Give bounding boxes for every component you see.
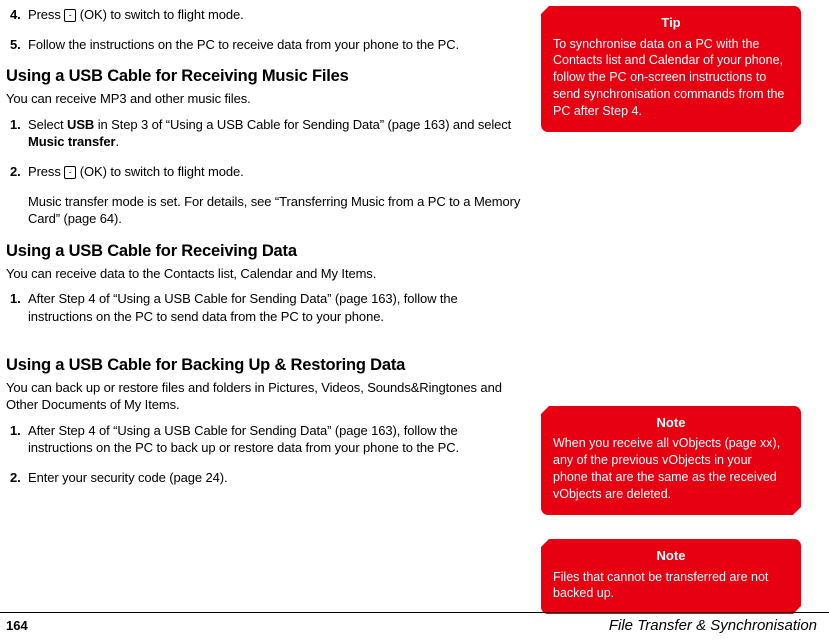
step-number: 1. bbox=[6, 116, 28, 151]
step-row: 2. Enter your security code (page 24). bbox=[6, 469, 523, 487]
callout-body: When you receive all vObjects (page xx),… bbox=[553, 435, 789, 503]
spacer bbox=[6, 338, 523, 348]
note-callout: Note Files that cannot be transferred ar… bbox=[541, 539, 801, 614]
step-row: 1. Select USB in Step 3 of “Using a USB … bbox=[6, 116, 523, 151]
step-text: After Step 4 of “Using a USB Cable for S… bbox=[28, 290, 523, 325]
step-number: 2. bbox=[6, 469, 28, 487]
step-number: 1. bbox=[6, 422, 28, 457]
section-intro: You can receive MP3 and other music file… bbox=[6, 90, 523, 108]
page-content: 4. Press - (OK) to switch to flight mode… bbox=[0, 0, 829, 600]
step-text: Enter your security code (page 24). bbox=[28, 469, 523, 487]
step-text: Press - (OK) to switch to flight mode. bbox=[28, 6, 523, 24]
bold-text: USB bbox=[67, 117, 94, 132]
step-text: After Step 4 of “Using a USB Cable for S… bbox=[28, 422, 523, 457]
page-footer: 164 File Transfer & Synchronisation bbox=[0, 612, 829, 634]
step-number: 1. bbox=[6, 290, 28, 325]
text-fragment: Press bbox=[28, 164, 64, 179]
text-fragment: (OK) to switch to flight mode. bbox=[80, 164, 244, 179]
step-text: Press - (OK) to switch to flight mode. bbox=[28, 163, 523, 181]
section-heading: Using a USB Cable for Receiving Data bbox=[6, 240, 523, 262]
section-intro: You can receive data to the Contacts lis… bbox=[6, 265, 523, 283]
callout-body: Files that cannot be transferred are not… bbox=[553, 569, 789, 603]
text-fragment: . bbox=[115, 134, 119, 149]
callout-body: To synchronise data on a PC with the Con… bbox=[553, 36, 789, 120]
section-heading: Using a USB Cable for Receiving Music Fi… bbox=[6, 65, 523, 87]
callout-title: Note bbox=[553, 547, 789, 565]
bold-text: Music transfer bbox=[28, 134, 115, 149]
step-text: Follow the instructions on the PC to rec… bbox=[28, 36, 523, 54]
text-fragment: Press bbox=[28, 7, 64, 22]
step-row: 4. Press - (OK) to switch to flight mode… bbox=[6, 6, 523, 24]
section-intro: You can back up or restore files and fol… bbox=[6, 379, 523, 414]
main-column: 4. Press - (OK) to switch to flight mode… bbox=[6, 6, 541, 600]
ok-key-icon: - bbox=[64, 166, 76, 179]
page-number: 164 bbox=[6, 618, 28, 633]
step-row: 1. After Step 4 of “Using a USB Cable fo… bbox=[6, 422, 523, 457]
step-number: 4. bbox=[6, 6, 28, 24]
step-number: 2. bbox=[6, 163, 28, 181]
step-row: 2. Press - (OK) to switch to flight mode… bbox=[6, 163, 523, 181]
step-subtext: Music transfer mode is set. For details,… bbox=[28, 193, 523, 228]
spacer bbox=[541, 531, 801, 539]
step-row: 5. Follow the instructions on the PC to … bbox=[6, 36, 523, 54]
step-number: 5. bbox=[6, 36, 28, 54]
section-heading: Using a USB Cable for Backing Up & Resto… bbox=[6, 354, 523, 376]
text-fragment: (OK) to switch to flight mode. bbox=[80, 7, 244, 22]
note-callout: Note When you receive all vObjects (page… bbox=[541, 406, 801, 515]
spacer bbox=[541, 148, 801, 406]
step-text: Select USB in Step 3 of “Using a USB Cab… bbox=[28, 116, 523, 151]
ok-key-icon: - bbox=[64, 9, 76, 22]
text-fragment: in Step 3 of “Using a USB Cable for Send… bbox=[94, 117, 511, 132]
tip-callout: Tip To synchronise data on a PC with the… bbox=[541, 6, 801, 132]
callout-title: Note bbox=[553, 414, 789, 432]
text-fragment: Select bbox=[28, 117, 67, 132]
callout-title: Tip bbox=[553, 14, 789, 32]
chapter-title: File Transfer & Synchronisation bbox=[609, 617, 817, 634]
side-column: Tip To synchronise data on a PC with the… bbox=[541, 6, 801, 600]
step-row: 1. After Step 4 of “Using a USB Cable fo… bbox=[6, 290, 523, 325]
